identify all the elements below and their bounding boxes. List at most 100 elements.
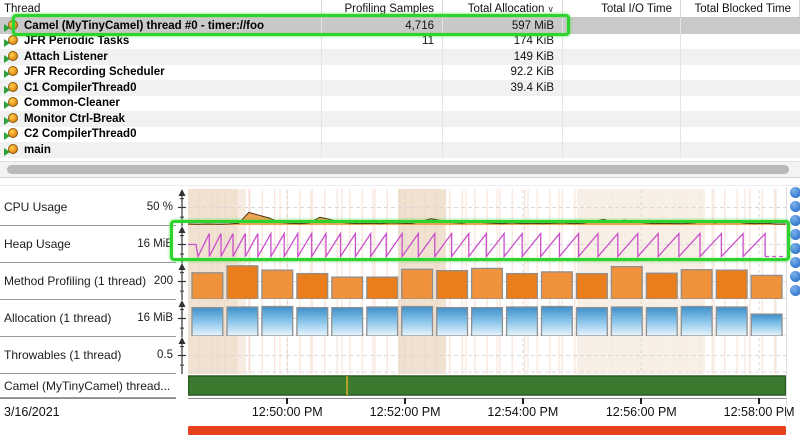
- horizontal-scrollbar[interactable]: [0, 161, 800, 178]
- thread-activity-chart[interactable]: [188, 374, 786, 398]
- thread-icon: [4, 97, 19, 109]
- row-options-button[interactable]: [790, 201, 800, 212]
- thread-name-cell: C1 CompilerThread0: [0, 80, 322, 96]
- thread-name: JFR Recording Scheduler: [24, 66, 165, 78]
- total-blocked-time-cell: [681, 142, 800, 158]
- column-header-label: Profiling Samples: [345, 3, 434, 15]
- sort-descending-icon[interactable]: ∨: [547, 4, 554, 15]
- profiling-samples-cell: [322, 142, 443, 158]
- table-row[interactable]: Common-Cleaner: [0, 96, 800, 112]
- row-options-button[interactable]: [790, 215, 800, 226]
- table-row[interactable]: main: [0, 142, 800, 158]
- row-label: Allocation (1 thread): [4, 311, 111, 325]
- table-row[interactable]: C1 CompilerThread0 39.4 KiB: [0, 80, 800, 96]
- total-allocation-cell: 39.4 KiB: [443, 80, 563, 96]
- thread-name-cell: Common-Cleaner: [0, 96, 322, 112]
- column-header-total-blocked-time[interactable]: Total Blocked Time: [681, 0, 800, 17]
- row-options-button[interactable]: [790, 243, 800, 254]
- column-header-total-allocation[interactable]: Total Allocation∨: [443, 0, 563, 17]
- y-axis-tick-label: 16 MiB: [137, 312, 173, 324]
- total-io-time-cell: [563, 127, 681, 143]
- thread-name-cell: Camel (MyTinyCamel) thread #0 - timer://…: [0, 18, 322, 34]
- table-row[interactable]: JFR Periodic Tasks11174 KiB: [0, 34, 800, 50]
- scrollbar-thumb[interactable]: [7, 165, 789, 174]
- profiling-samples-cell: 4,716: [322, 18, 443, 34]
- profiling-samples-cell: [322, 49, 443, 65]
- row-options-button[interactable]: [790, 187, 800, 198]
- date-label: 3/16/2021: [4, 405, 60, 419]
- time-tick-label: 12:50:00 PM: [252, 405, 323, 419]
- total-io-time-cell: [563, 142, 681, 158]
- row-options-column: [790, 187, 800, 299]
- row-options-button[interactable]: [790, 257, 800, 268]
- thread-icon: [4, 51, 19, 63]
- total-blocked-time-cell: [681, 65, 800, 81]
- profiling-samples-cell: [322, 111, 443, 127]
- total-io-time-cell: [563, 80, 681, 96]
- table-row[interactable]: Monitor Ctrl-Break: [0, 111, 800, 127]
- timeline-row-thread-activity: Camel (MyTinyCamel) thread...: [0, 374, 800, 398]
- table-row[interactable]: JFR Recording Scheduler92.2 KiB: [0, 65, 800, 81]
- column-header-profiling-samples[interactable]: Profiling Samples: [322, 0, 443, 17]
- thread-name-cell: main: [0, 142, 322, 158]
- total-blocked-time-cell: [681, 80, 800, 96]
- timeline-row-throwables: Throwables (1 thread) 0.5: [0, 337, 800, 374]
- table-row[interactable]: Attach Listener 149 KiB: [0, 49, 800, 65]
- profiling-samples-cell: [322, 80, 443, 96]
- axis-line: [188, 398, 786, 399]
- timeline-row-method-profiling: Method Profiling (1 thread)200: [0, 263, 800, 300]
- method-profiling-chart[interactable]: [188, 263, 786, 300]
- total-io-time-cell: [563, 96, 681, 112]
- row-options-button[interactable]: [790, 271, 800, 282]
- y-axis-tick-label: 200: [154, 275, 173, 287]
- total-blocked-time-cell: [681, 34, 800, 50]
- y-axis-tick-label: 0.5: [157, 349, 173, 361]
- total-allocation-cell: [443, 142, 563, 158]
- column-header-label: Thread: [4, 3, 40, 15]
- profiling-samples-cell: [322, 65, 443, 81]
- cpu-usage-chart[interactable]: [188, 189, 786, 226]
- thread-name: Attach Listener: [24, 51, 108, 63]
- timeline-panel: CPU Usage50 % Heap Usage16 MiB Method Pr…: [0, 185, 800, 447]
- table-row[interactable]: C2 CompilerThread0: [0, 127, 800, 143]
- thread-name-cell: C2 CompilerThread0: [0, 127, 322, 143]
- row-options-button[interactable]: [790, 285, 800, 296]
- total-allocation-cell: [443, 96, 563, 112]
- thread-name-cell: JFR Periodic Tasks: [0, 34, 322, 50]
- column-header-label: Total I/O Time: [601, 3, 672, 15]
- timeline-row-allocation: Allocation (1 thread) 16 MiB: [0, 300, 800, 337]
- total-blocked-time-cell: [681, 18, 800, 34]
- time-tick-mark: [640, 398, 642, 404]
- row-label: CPU Usage: [4, 200, 67, 214]
- column-header-label: Total Allocation: [468, 3, 545, 15]
- time-tick-label: 12:52:00 PM: [370, 405, 441, 419]
- row-label: Heap Usage: [4, 237, 71, 251]
- profiling-samples-cell: 11: [322, 34, 443, 50]
- selection-range-bar[interactable]: [188, 426, 786, 435]
- total-allocation-cell: 149 KiB: [443, 49, 563, 65]
- y-axis: [176, 300, 188, 337]
- thread-table: Thread Profiling Samples Total Allocatio…: [0, 0, 800, 161]
- table-row[interactable]: Camel (MyTinyCamel) thread #0 - timer://…: [0, 18, 800, 34]
- thread-name-cell: Monitor Ctrl-Break: [0, 111, 322, 127]
- profiling-samples-cell: [322, 127, 443, 143]
- thread-icon: [4, 66, 19, 78]
- allocation-chart[interactable]: [188, 300, 786, 337]
- total-io-time-cell: [563, 111, 681, 127]
- throwables-chart[interactable]: [188, 337, 786, 374]
- thread-icon: [4, 20, 19, 32]
- thread-icon: [4, 82, 19, 94]
- column-header-total-io-time[interactable]: Total I/O Time: [563, 0, 681, 17]
- thread-name: main: [24, 144, 51, 156]
- y-axis: [176, 263, 188, 300]
- total-blocked-time-cell: [681, 96, 800, 112]
- row-options-button[interactable]: [790, 229, 800, 240]
- thread-icon: [4, 35, 19, 47]
- heap-usage-chart[interactable]: [188, 226, 786, 263]
- thread-icon: [4, 128, 19, 140]
- y-axis: [176, 189, 188, 226]
- thread-name: Common-Cleaner: [24, 97, 120, 109]
- column-header-thread[interactable]: Thread: [0, 0, 322, 17]
- row-label: Throwables (1 thread): [4, 348, 121, 362]
- y-axis: [176, 337, 188, 374]
